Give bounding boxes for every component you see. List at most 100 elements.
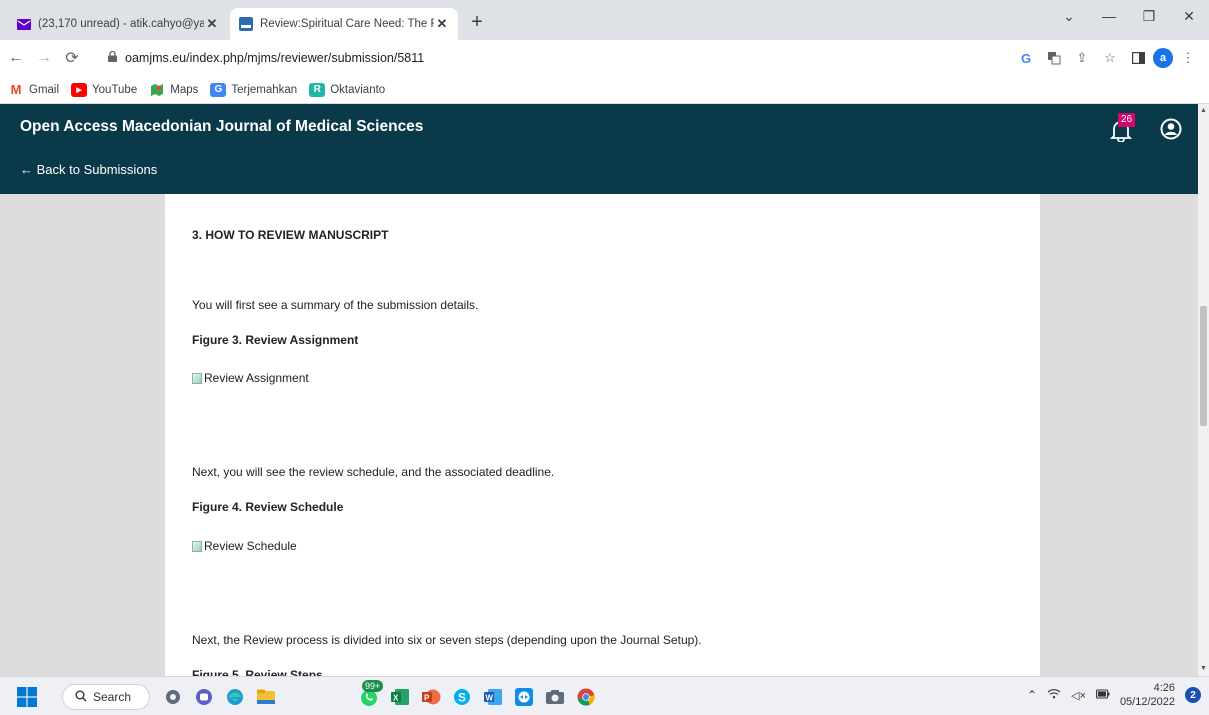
back-arrow-icon[interactable]: ←	[4, 46, 28, 70]
youtube-icon: ▶	[71, 82, 88, 97]
maps-icon	[149, 83, 165, 97]
url-text: oamjms.eu/index.php/mjms/reviewer/submis…	[125, 51, 425, 65]
section-heading: 3. HOW TO REVIEW MANUSCRIPT	[192, 228, 389, 242]
page-scrollbar[interactable]: ▲ ▼	[1198, 104, 1209, 676]
figure-3-alt-text: Review Assignment	[204, 371, 309, 385]
bookmark-maps[interactable]: Maps	[149, 83, 198, 97]
oamjms-icon	[238, 16, 254, 32]
google-icon[interactable]: G	[1013, 46, 1039, 70]
scroll-down-arrow-icon[interactable]: ▼	[1198, 662, 1209, 676]
address-bar[interactable]: oamjms.eu/index.php/mjms/reviewer/submis…	[108, 45, 993, 71]
site-header: Open Access Macedonian Journal of Medica…	[0, 104, 1198, 194]
edge-icon[interactable]	[222, 684, 248, 710]
chrome-menu-icon[interactable]: ⋮	[1175, 46, 1201, 70]
tab-yahoo-mail[interactable]: (23,170 unread) - atik.cahyo@yah ✕	[8, 8, 228, 40]
teamviewer-icon[interactable]	[511, 684, 537, 710]
bookmark-gmail[interactable]: M Gmail	[8, 82, 60, 97]
camera-icon[interactable]	[542, 684, 568, 710]
cortana-icon[interactable]	[160, 684, 186, 710]
new-tab-button[interactable]: +	[466, 12, 488, 34]
gmail-icon: M	[10, 82, 22, 97]
file-explorer-icon[interactable]	[253, 684, 279, 710]
figure-3-broken-image: Review Assignment	[192, 371, 309, 385]
toolbar-actions: G ⇪ ☆ a ⋮	[1013, 46, 1201, 70]
search-icon	[75, 690, 87, 705]
bookmark-label: Terjemahkan	[231, 83, 298, 96]
skype-icon[interactable]: S	[449, 684, 475, 710]
chrome-icon[interactable]	[573, 684, 599, 710]
bookmark-label: Gmail	[29, 83, 60, 96]
yahoo-mail-icon	[16, 16, 32, 32]
translate-page-icon[interactable]	[1041, 46, 1067, 70]
svg-text:W: W	[486, 694, 494, 703]
svg-text:P: P	[424, 694, 430, 703]
windows-taskbar: Search 99+ X P S W ⌃ ◁× 4:26 05/12/2022 …	[0, 676, 1209, 715]
bookmarks-bar: M Gmail ▶ YouTube Maps G Terjemahkan R O…	[0, 76, 1209, 104]
tab-close-icon[interactable]: ✕	[434, 16, 450, 32]
taskbar-clock[interactable]: 4:26 05/12/2022	[1120, 681, 1175, 709]
figure-4-broken-image: Review Schedule	[192, 539, 297, 553]
bookmark-youtube[interactable]: ▶ YouTube	[71, 82, 138, 97]
translate-icon: G	[210, 82, 227, 97]
review-guide-content: 3. HOW TO REVIEW MANUSCRIPT You will fir…	[165, 194, 1040, 676]
forward-arrow-icon[interactable]: →	[32, 46, 56, 70]
tray-overflow-chevron-icon[interactable]: ⌃	[1027, 688, 1037, 702]
tab-review[interactable]: Review:Spiritual Care Need: The F ✕	[230, 8, 458, 40]
windows-start-icon[interactable]	[14, 684, 40, 710]
bookmark-label: Oktavianto	[330, 83, 386, 96]
profile-avatar[interactable]: a	[1153, 48, 1173, 68]
figure-4-alt-text: Review Schedule	[204, 539, 297, 553]
restore-icon[interactable]: ❐	[1129, 0, 1169, 32]
window-controls: ⌄ — ❐ ✕	[1049, 0, 1209, 32]
bookmark-oktavianto[interactable]: R Oktavianto	[309, 82, 386, 97]
svg-text:S: S	[458, 691, 466, 705]
figure-4-caption: Figure 4. Review Schedule	[192, 500, 344, 514]
excel-icon[interactable]: X	[387, 684, 413, 710]
whatsapp-badge: 99+	[362, 680, 384, 692]
back-to-submissions-link[interactable]: ← Back to Submissions	[20, 162, 157, 177]
user-account-icon[interactable]	[1160, 118, 1182, 140]
system-tray: ⌃ ◁× 4:26 05/12/2022 2	[1027, 681, 1201, 709]
side-panel-icon[interactable]	[1125, 46, 1151, 70]
notification-count-badge: 26	[1118, 113, 1136, 127]
powerpoint-icon[interactable]: P	[418, 684, 444, 710]
tab-search-chevron-icon[interactable]: ⌄	[1049, 0, 1089, 32]
wifi-icon[interactable]	[1047, 688, 1061, 702]
tab-title: Review:Spiritual Care Need: The F	[260, 18, 434, 30]
bookmark-label: Maps	[170, 83, 199, 96]
lock-icon	[108, 50, 117, 65]
tab-title: (23,170 unread) - atik.cahyo@yah	[38, 18, 204, 30]
svg-text:X: X	[393, 694, 399, 703]
bookmark-star-icon[interactable]: ☆	[1097, 46, 1123, 70]
bookmark-label: YouTube	[92, 83, 138, 96]
taskbar-search-box[interactable]: Search	[62, 684, 150, 710]
battery-icon[interactable]	[1095, 688, 1110, 702]
paragraph-summary: You will first see a summary of the subm…	[192, 298, 479, 312]
tab-close-icon[interactable]: ✕	[204, 16, 220, 32]
bookmark-terjemahkan[interactable]: G Terjemahkan	[210, 82, 298, 97]
figure-3-caption: Figure 3. Review Assignment	[192, 333, 359, 347]
journal-title[interactable]: Open Access Macedonian Journal of Medica…	[20, 118, 423, 136]
reload-icon[interactable]: ⟳	[60, 46, 84, 70]
browser-tab-strip: (23,170 unread) - atik.cahyo@yah ✕ Revie…	[0, 0, 1209, 40]
page-body: 3. HOW TO REVIEW MANUSCRIPT You will fir…	[0, 194, 1198, 676]
scrollbar-thumb[interactable]	[1200, 306, 1207, 426]
search-label: Search	[93, 690, 132, 704]
clock-date: 05/12/2022	[1119, 696, 1175, 708]
paragraph-steps: Next, the Review process is divided into…	[192, 633, 702, 647]
teams-chat-icon[interactable]	[191, 684, 217, 710]
minimize-icon[interactable]: —	[1089, 0, 1129, 32]
share-icon[interactable]: ⇪	[1069, 46, 1095, 70]
figure-5-caption: Figure 5. Review Steps	[192, 668, 323, 676]
broken-image-icon	[192, 372, 202, 384]
notification-center-badge[interactable]: 2	[1185, 687, 1201, 703]
speaker-muted-icon[interactable]: ◁×	[1071, 689, 1086, 702]
word-icon[interactable]: W	[480, 684, 506, 710]
paragraph-schedule: Next, you will see the review schedule, …	[192, 465, 555, 479]
clock-time: 4:26	[1153, 682, 1175, 694]
bookmark-r-icon: R	[309, 82, 326, 97]
broken-image-icon	[192, 540, 202, 552]
close-window-icon[interactable]: ✕	[1169, 0, 1209, 32]
scroll-up-arrow-icon[interactable]: ▲	[1198, 104, 1209, 118]
browser-toolbar: ← → ⟳ oamjms.eu/index.php/mjms/reviewer/…	[0, 40, 1209, 76]
